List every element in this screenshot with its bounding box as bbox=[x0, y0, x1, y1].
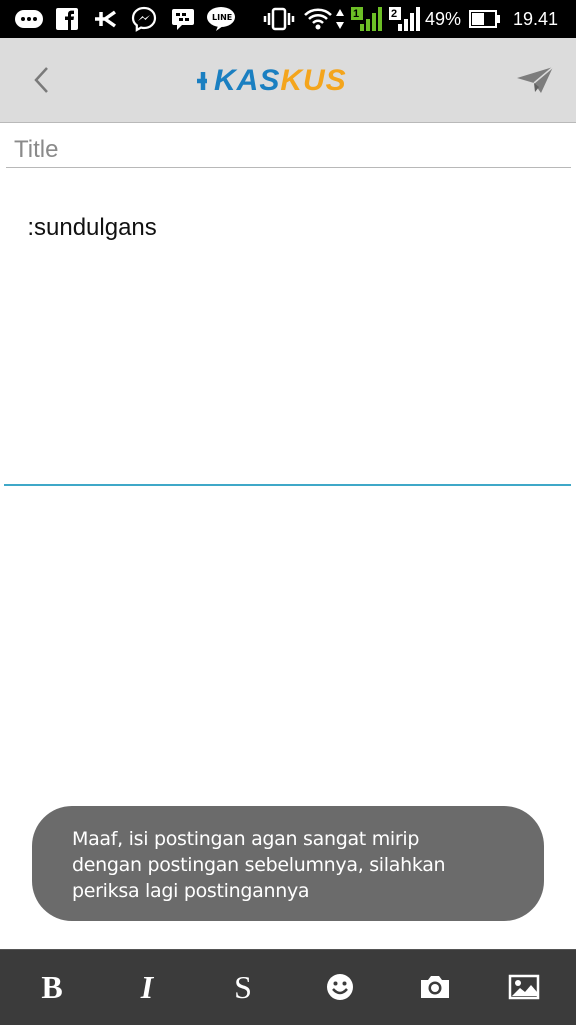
kaskus-logo: KAS KUS bbox=[196, 64, 347, 98]
back-button[interactable] bbox=[20, 58, 64, 102]
camera-icon bbox=[421, 976, 449, 998]
toast-message: Maaf, isi postingan agan sangat mirip de… bbox=[32, 806, 544, 921]
sim1-signal-icon: 1 bbox=[350, 7, 382, 31]
vibrate-icon bbox=[262, 7, 296, 31]
image-button[interactable] bbox=[499, 962, 549, 1012]
line-icon: LINE bbox=[206, 7, 236, 31]
italic-label: I bbox=[140, 968, 154, 1005]
title-input[interactable] bbox=[6, 124, 571, 168]
facebook-icon bbox=[54, 7, 80, 31]
sim2-signal-icon: 2 bbox=[388, 7, 420, 31]
app-bar: KAS KUS bbox=[0, 38, 576, 123]
paper-plane-icon bbox=[517, 66, 554, 93]
post-body-textarea[interactable]: :sundulgans bbox=[4, 172, 571, 486]
clock: 19.41 bbox=[513, 9, 559, 29]
bold-label: B bbox=[41, 968, 63, 1005]
logo-text-blue: KAS bbox=[214, 64, 281, 97]
messenger-icon bbox=[130, 6, 158, 32]
send-button[interactable] bbox=[512, 60, 558, 100]
toast-text: Maaf, isi postingan agan sangat mirip de… bbox=[72, 828, 446, 902]
image-icon bbox=[508, 974, 540, 1000]
strikethrough-button[interactable]: S bbox=[218, 962, 268, 1012]
formatting-toolbar: B I S bbox=[0, 949, 576, 1025]
bbm-chat-icon bbox=[170, 7, 196, 31]
battery-percent: 49% bbox=[425, 9, 462, 29]
battery-icon bbox=[468, 7, 502, 31]
smiley-icon bbox=[327, 974, 353, 1000]
post-body-text: :sundulgans bbox=[27, 214, 157, 241]
data-arrows-icon bbox=[334, 7, 346, 31]
camera-button[interactable] bbox=[410, 962, 460, 1012]
kaskus-logo-mark-icon bbox=[197, 72, 207, 90]
status-bar: LINE 1 2 49% 19.41 bbox=[0, 0, 576, 38]
emoji-button[interactable] bbox=[315, 962, 365, 1012]
logo-text-orange: KUS bbox=[280, 64, 347, 97]
wifi-icon bbox=[302, 7, 334, 31]
strikethrough-label: S bbox=[234, 968, 252, 1005]
chevron-left-icon bbox=[34, 67, 48, 93]
italic-button[interactable]: I bbox=[122, 962, 172, 1012]
bbm-notification-icon bbox=[14, 7, 44, 31]
bold-button[interactable]: B bbox=[27, 962, 77, 1012]
kaskus-notification-icon bbox=[92, 7, 120, 31]
